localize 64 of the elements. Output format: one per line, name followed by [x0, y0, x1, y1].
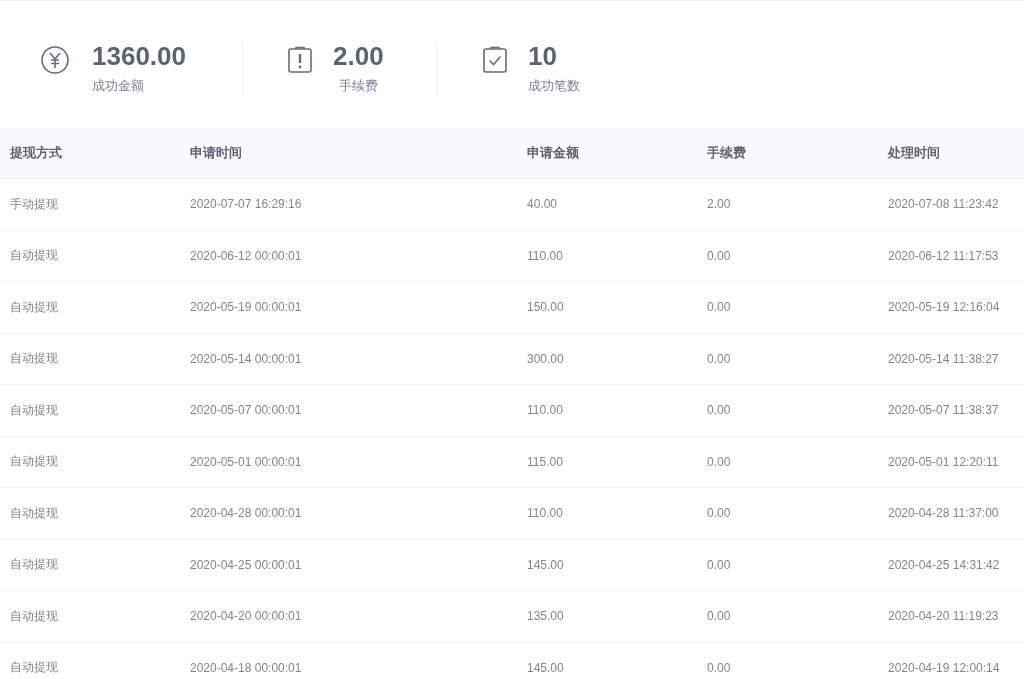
table-cell-text: 150.00 [527, 300, 565, 315]
table-cell-text: 2020-04-20 11:19:23 [888, 609, 1000, 624]
table-cell-text: 自动提现 [10, 504, 59, 522]
clipboard-alert-icon [285, 44, 315, 75]
table-cell-text: 2020-05-14 00:00:01 [190, 351, 303, 366]
column-header: 申请金额 [527, 144, 580, 162]
table-cell-text: 300.00 [527, 351, 565, 366]
table-cell-text: 2020-04-25 14:31:42 [888, 557, 1001, 572]
table-cell-text: 2020-04-25 00:00:01 [190, 557, 303, 572]
stat-value: 10 [528, 40, 558, 71]
table-cell-text: 2020-05-19 12:16:04 [888, 300, 1001, 315]
table-cell-text: 40.00 [527, 197, 559, 212]
table-cell-text: 115.00 [527, 454, 564, 469]
column-header: 申请时间 [190, 144, 243, 162]
table-cell-text: 2020-05-14 11:38:27 [888, 351, 1000, 366]
table-cell-text: 2020-07-07 16:29:16 [190, 197, 303, 212]
table-cell-text: 2020-05-01 00:00:01 [190, 454, 303, 469]
table-cell-text: 2020-04-19 12:00:14 [888, 660, 1001, 675]
table-cell-text: 自动提现 [10, 350, 59, 368]
stat-value: 2.00 [333, 40, 384, 71]
table-cell-text: 2020-04-28 11:37:00 [888, 506, 1000, 521]
stat-label: 成功笔数 [528, 76, 580, 95]
table-cell-text: 110.00 [527, 248, 564, 263]
table-cell-text: 2020-05-07 00:00:01 [190, 403, 303, 418]
table-cell-text: 自动提现 [10, 401, 59, 419]
table-cell-text: 0.00 [707, 454, 732, 469]
clipboard-check-icon [480, 44, 510, 75]
table-cell-text: 2020-06-12 11:17:53 [888, 248, 1000, 263]
table-cell-text: 2020-07-08 11:23:42 [888, 197, 1000, 212]
table-cell-text: 0.00 [707, 660, 732, 675]
table-cell-text: 2020-06-12 00:00:01 [190, 248, 303, 263]
table-cell-text: 0.00 [707, 609, 732, 624]
column-header: 手续费 [707, 144, 747, 162]
table-cell-text: 145.00 [527, 660, 565, 675]
table-cell-text: 2020-04-18 00:00:01 [190, 660, 303, 675]
table-cell-text: 0.00 [707, 248, 732, 263]
stat-value: 1360.00 [92, 40, 186, 71]
table-cell-text: 手动提现 [10, 195, 59, 213]
table-cell-text: 0.00 [707, 557, 732, 572]
table-cell-text: 自动提现 [10, 247, 59, 265]
table-cell-text: 2020-05-07 11:38:37 [888, 403, 1000, 418]
stat-label: 成功金额 [92, 76, 144, 95]
stat-label: 手续费 [338, 76, 378, 95]
table-cell-text: 0.00 [707, 506, 732, 521]
table-cell-text: 0.00 [707, 403, 732, 418]
table-cell-text: 自动提现 [10, 298, 59, 316]
table-cell-text: 2020-04-20 00:00:01 [190, 609, 303, 624]
column-header: 处理时间 [888, 144, 941, 162]
table-cell-text: 2020-05-19 00:00:01 [190, 300, 303, 315]
table-cell-text: 自动提现 [10, 556, 59, 574]
table-cell-text: 110.00 [527, 403, 564, 418]
table-cell-text: 2020-05-01 12:20:11 [888, 454, 1000, 469]
table-cell-text: 110.00 [527, 506, 564, 521]
table-cell-text: 145.00 [527, 557, 565, 572]
table-cell-text: 0.00 [707, 351, 732, 366]
table-cell-text: 自动提现 [10, 659, 59, 677]
yuan-coin-icon [40, 44, 70, 75]
table-cell-text: 2.00 [707, 197, 732, 212]
table-cell-text: 自动提现 [10, 607, 59, 625]
table-cell-text: 2020-04-28 00:00:01 [190, 506, 303, 521]
column-header: 提现方式 [10, 144, 63, 162]
table-cell-text: 自动提现 [10, 453, 59, 471]
table-cell-text: 135.00 [527, 609, 565, 624]
table-cell-text: 0.00 [707, 300, 732, 315]
